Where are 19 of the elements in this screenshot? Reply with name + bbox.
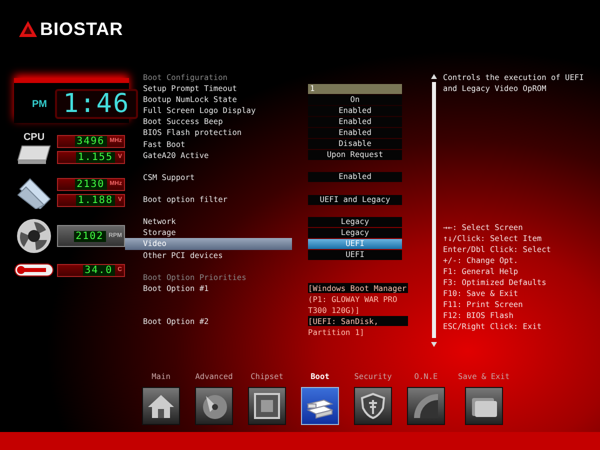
brand-name: BIOSTAR — [40, 18, 124, 40]
chip-icon — [16, 144, 52, 166]
reading-value: 2102 — [74, 230, 106, 242]
shield-icon — [359, 392, 387, 420]
disc-icon — [200, 392, 228, 420]
reading-value: 3496 — [74, 136, 107, 146]
reading-value: 2130 — [74, 178, 107, 190]
house-icon — [147, 392, 175, 420]
reading-value: 34.0 — [82, 264, 115, 276]
reading-value: 1.188 — [76, 194, 115, 206]
reading-value: 1.155 — [76, 152, 115, 162]
thermometer-icon — [14, 263, 54, 277]
monitor-label: CPU — [23, 132, 45, 143]
square-icon — [253, 392, 281, 420]
clock-time: 1:46 — [55, 89, 138, 119]
triangle-logo-icon — [18, 20, 38, 38]
gauge-icon — [412, 392, 440, 420]
clock-period: PM — [32, 98, 47, 110]
fan-icon — [16, 218, 52, 254]
